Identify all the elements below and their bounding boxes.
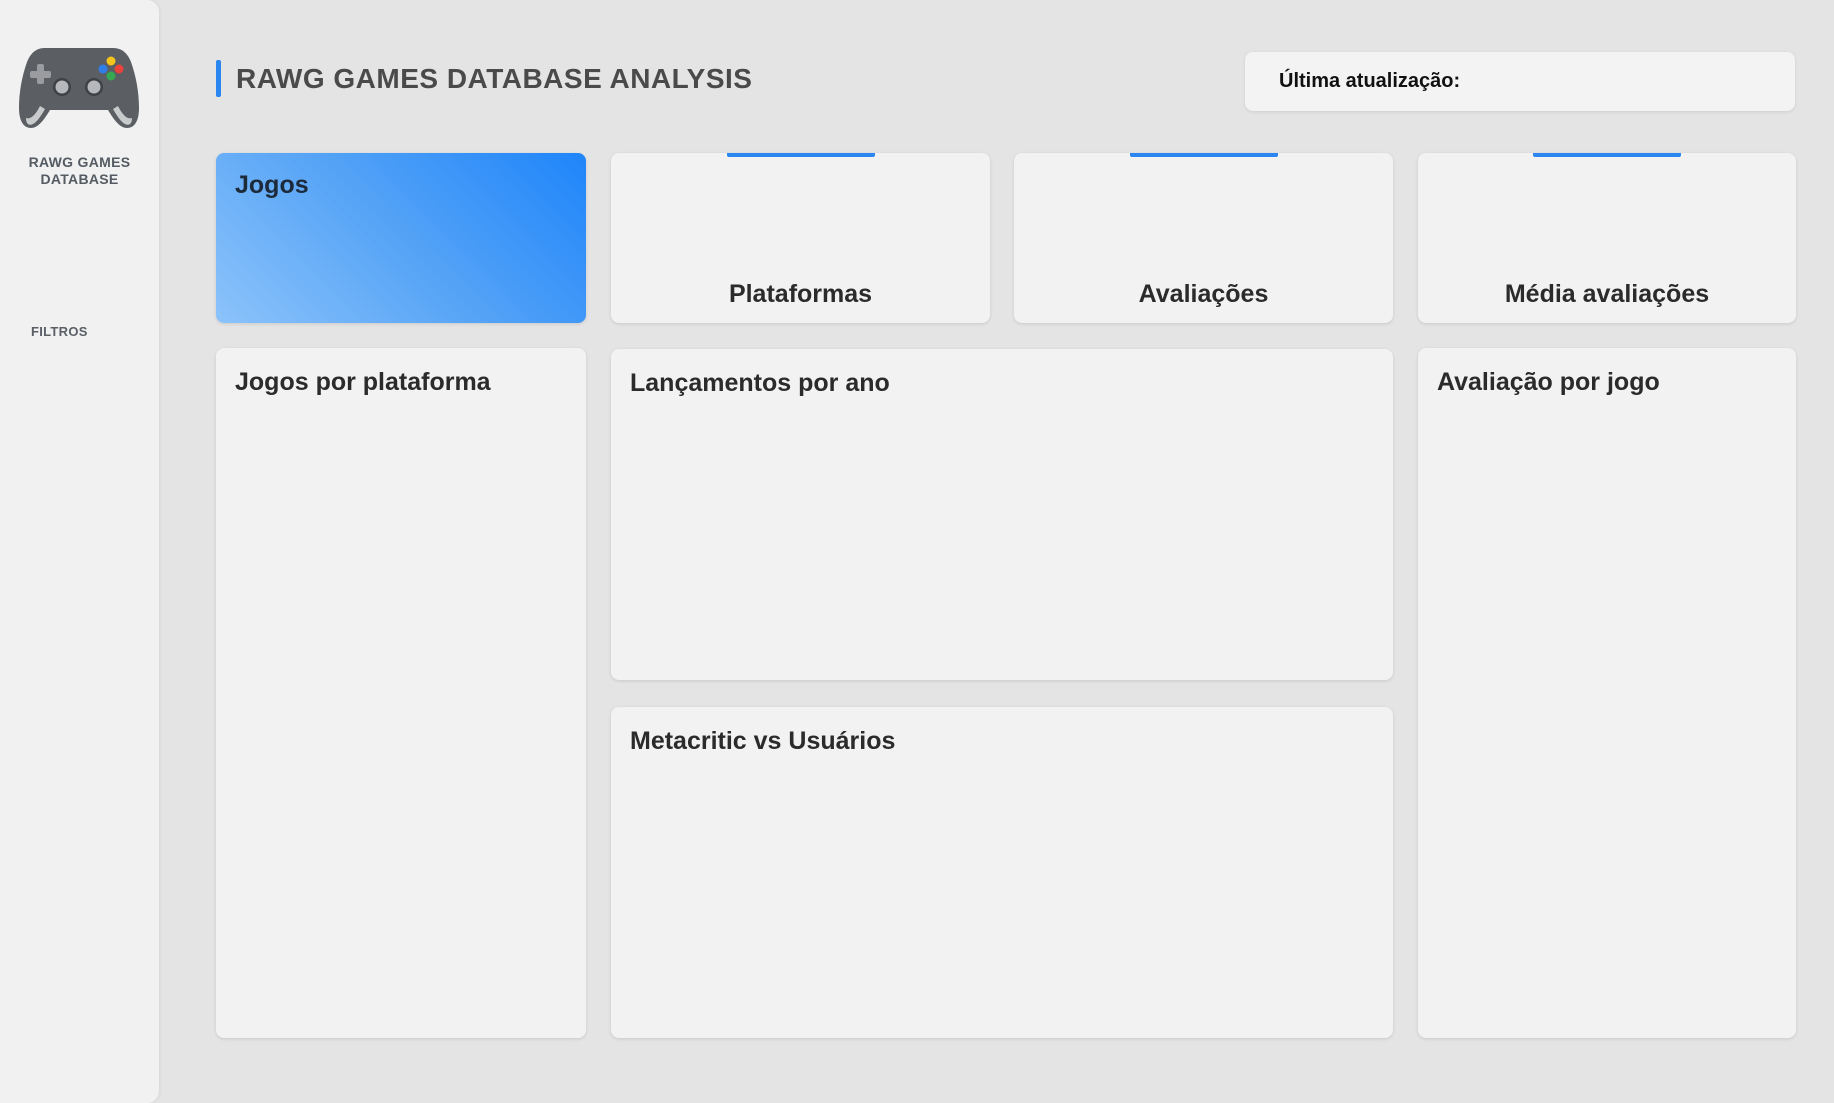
panel-metacritic-vs-users: Metacritic vs Usuários xyxy=(611,707,1393,1038)
kpi-ratings-label: Avaliações xyxy=(1138,280,1269,308)
kpi-accent-bar xyxy=(1533,153,1681,157)
panel-rating-by-game-title: Avaliação por jogo xyxy=(1437,368,1660,396)
kpi-accent-bar xyxy=(1129,153,1278,157)
panel-metacritic-vs-users-title: Metacritic vs Usuários xyxy=(630,727,896,755)
last-update-label: Última atualização: xyxy=(1279,70,1461,92)
kpi-average-rating-label: Média avaliações xyxy=(1504,280,1710,308)
kpi-card-ratings: Avaliações xyxy=(1014,153,1393,323)
filters-label: FILTROS xyxy=(31,324,88,339)
page-header: RAWG GAMES DATABASE ANALYSIS xyxy=(216,60,752,97)
panel-rating-by-game: Avaliação por jogo xyxy=(1418,348,1796,1038)
panel-releases-by-year: Lançamentos por ano xyxy=(611,349,1393,680)
panel-games-by-platform-title: Jogos por plataforma xyxy=(235,368,491,396)
title-accent-bar xyxy=(216,60,221,97)
gamepad-icon xyxy=(19,48,139,128)
kpi-card-games: Jogos xyxy=(216,153,586,323)
sidebar: RAWG GAMES DATABASE FILTROS xyxy=(0,0,159,1103)
page-title: RAWG GAMES DATABASE ANALYSIS xyxy=(236,62,753,94)
brand-name: RAWG GAMES DATABASE xyxy=(28,154,131,187)
kpi-card-platforms: Plataformas xyxy=(611,153,990,323)
panel-games-by-platform: Jogos por plataforma xyxy=(216,348,586,1038)
kpi-accent-bar xyxy=(726,153,875,157)
kpi-games-label: Jogos xyxy=(235,171,309,199)
kpi-platforms-label: Plataformas xyxy=(728,280,873,308)
last-update-box: Última atualização: xyxy=(1245,52,1795,111)
kpi-card-average-rating: Média avaliações xyxy=(1418,153,1796,323)
panel-releases-by-year-title: Lançamentos por ano xyxy=(630,369,890,397)
